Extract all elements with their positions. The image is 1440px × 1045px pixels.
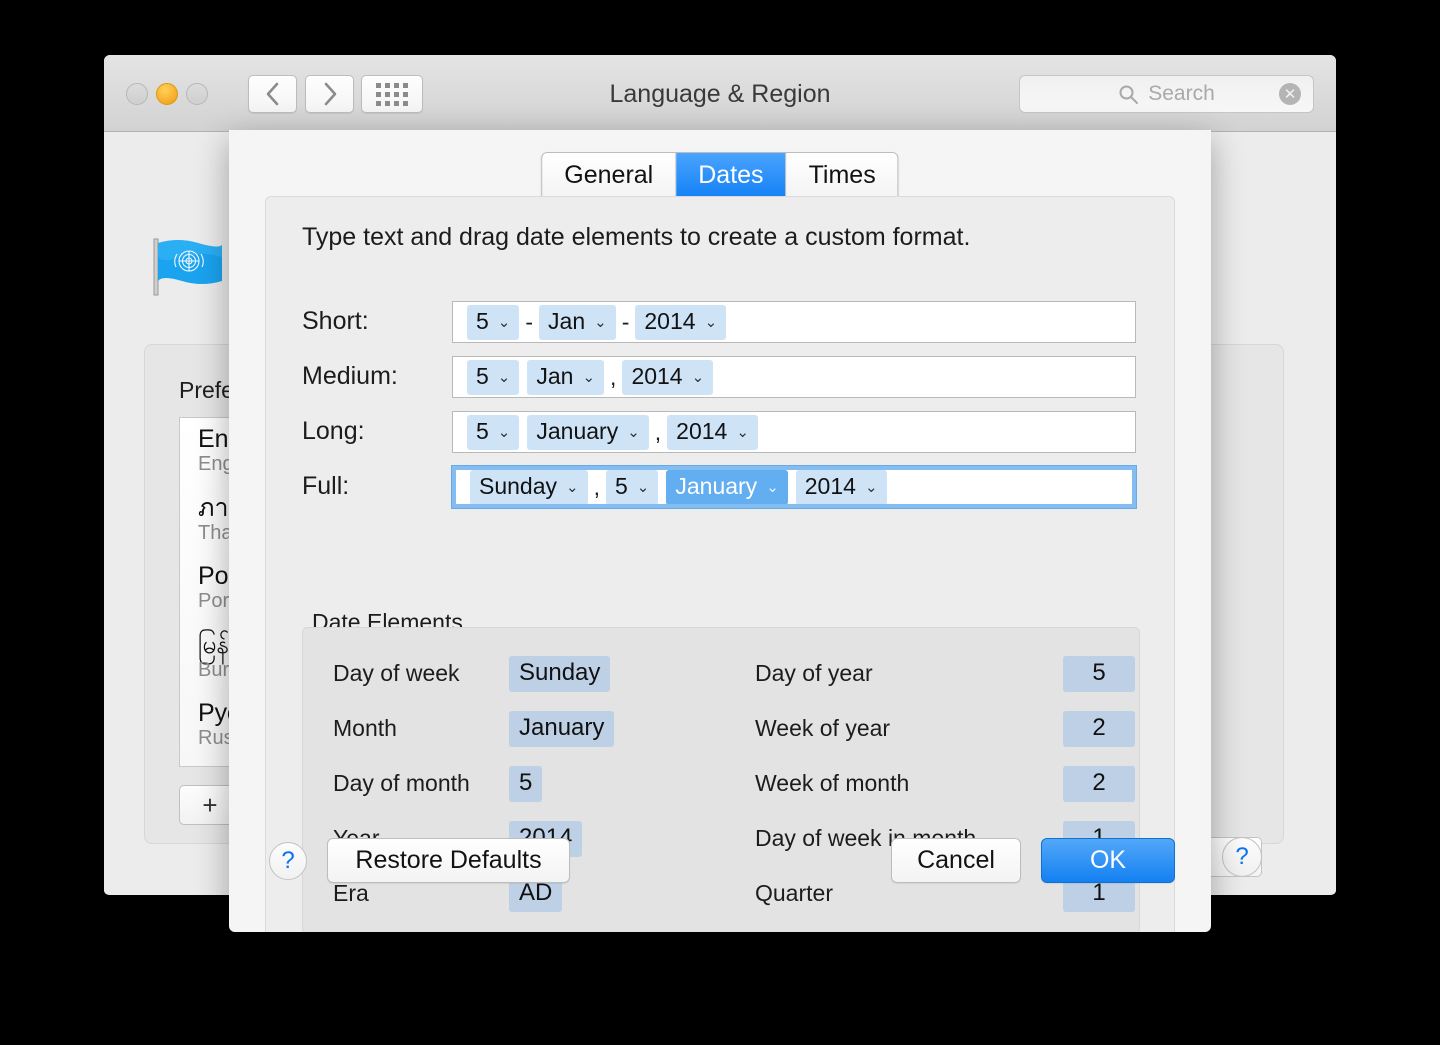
separator-text: - — [525, 308, 534, 335]
tab-times[interactable]: Times — [786, 153, 898, 200]
tab-bar: General Dates Times — [541, 152, 899, 201]
token-label: 2014 — [676, 417, 728, 444]
tab-general[interactable]: General — [542, 153, 677, 200]
element-token-week-of-month[interactable]: 2 — [1063, 765, 1135, 802]
date-token-year[interactable]: 2014 ⌄ — [667, 414, 758, 450]
help-button-sheet[interactable]: ? — [269, 842, 307, 880]
element-label: Day of week — [333, 660, 460, 686]
search-placeholder: Search — [1148, 82, 1215, 105]
separator-text: - — [621, 308, 630, 335]
window-toolbar: Language & Region Search ✕ — [104, 55, 1336, 132]
chevron-down-icon: ⌄ — [691, 368, 705, 386]
element-label: Week of year — [755, 715, 891, 741]
element-label: Month — [333, 715, 397, 741]
chevron-down-icon: ⌄ — [497, 423, 511, 441]
chevron-down-icon: ⌄ — [497, 313, 511, 331]
sheet-footer: ? Restore Defaults Cancel OK — [229, 820, 1211, 932]
format-label: Full: — [302, 472, 350, 500]
format-row-full: Full: Sunday ⌄ , 5 ⌄ January ⌄ 2014 ⌄ — [266, 466, 1174, 518]
instruction-text: Type text and drag date elements to crea… — [302, 223, 971, 251]
chevron-down-icon: ⌄ — [594, 313, 607, 331]
date-element-row: Day of month 5 — [333, 756, 733, 811]
date-token-month[interactable]: January ⌄ — [527, 414, 649, 450]
date-token-year[interactable]: 2014 ⌄ — [635, 304, 727, 340]
element-label: Week of month — [755, 770, 910, 796]
chevron-down-icon: ⌄ — [497, 368, 511, 386]
element-token-day-of-month[interactable]: 5 — [509, 765, 543, 802]
separator-text: , — [593, 473, 600, 500]
chevron-down-icon: ⌄ — [636, 478, 650, 496]
token-label: January — [536, 417, 619, 444]
format-row-short: Short: 5 ⌄ - Jan ⌄ - 2014 ⌄ — [266, 301, 1174, 353]
date-token-day[interactable]: 5 ⌄ — [467, 414, 520, 450]
date-token-day[interactable]: 5 ⌄ — [467, 304, 520, 340]
restore-defaults-button[interactable]: Restore Defaults — [327, 838, 570, 883]
element-label: Day of year — [755, 660, 873, 686]
token-label: January — [675, 472, 758, 499]
format-row-long: Long: 5 ⌄ January ⌄ , 2014 ⌄ — [266, 411, 1174, 463]
date-element-row: Day of week Sunday — [333, 646, 733, 701]
format-row-medium: Medium: 5 ⌄ Jan ⌄ , 2014 ⌄ — [266, 356, 1174, 408]
long-format-field[interactable]: 5 ⌄ January ⌄ , 2014 ⌄ — [452, 411, 1136, 453]
cancel-button[interactable]: Cancel — [891, 838, 1021, 883]
date-token-year[interactable]: 2014 ⌄ — [795, 469, 887, 505]
token-label: Jan — [548, 307, 586, 334]
medium-format-field[interactable]: 5 ⌄ Jan ⌄ , 2014 ⌄ — [452, 356, 1136, 398]
search-icon — [1119, 85, 1139, 104]
un-flag-icon — [153, 238, 222, 296]
token-label: 2014 — [644, 307, 696, 334]
custom-date-format-sheet: General Dates Times Type text and drag d… — [229, 130, 1211, 932]
chevron-down-icon: ⌄ — [627, 423, 640, 441]
chevron-down-icon: ⌄ — [566, 478, 579, 496]
token-label: 2014 — [804, 472, 856, 499]
ok-button[interactable]: OK — [1041, 838, 1175, 883]
separator-text: , — [654, 418, 662, 445]
element-token-week-of-year[interactable]: 2 — [1063, 710, 1135, 747]
date-token-day[interactable]: 5 ⌄ — [467, 359, 520, 395]
date-token-month[interactable]: Jan ⌄ — [539, 304, 616, 340]
date-token-day[interactable]: 5 ⌄ — [605, 469, 659, 505]
element-label: Day of month — [333, 770, 470, 796]
token-label: Sunday — [479, 472, 558, 499]
token-label: Jan — [536, 362, 574, 389]
format-label: Medium: — [302, 362, 398, 390]
date-token-month[interactable]: Jan ⌄ — [527, 359, 605, 395]
chevron-down-icon: ⌄ — [704, 313, 718, 331]
chevron-down-icon: ⌄ — [736, 423, 749, 441]
date-element-row: Month January — [333, 701, 733, 756]
date-element-row: Week of year 2 — [755, 701, 1135, 756]
help-button[interactable]: ? — [1222, 837, 1262, 877]
chevron-down-icon: ⌄ — [766, 478, 779, 496]
element-token-day-of-week[interactable]: Sunday — [509, 655, 611, 692]
short-format-field[interactable]: 5 ⌄ - Jan ⌄ - 2014 ⌄ — [452, 301, 1136, 343]
date-token-weekday[interactable]: Sunday ⌄ — [470, 469, 588, 505]
date-token-year[interactable]: 2014 ⌄ — [622, 359, 714, 395]
tab-dates[interactable]: Dates — [676, 153, 787, 200]
full-format-field[interactable]: Sunday ⌄ , 5 ⌄ January ⌄ 2014 ⌄ — [452, 466, 1136, 508]
format-label: Short: — [302, 307, 369, 335]
token-label: 5 — [476, 417, 489, 444]
chevron-down-icon: ⌄ — [582, 368, 596, 386]
clear-search-icon[interactable]: ✕ — [1279, 83, 1301, 105]
token-label: 2014 — [631, 362, 683, 389]
date-element-row: Week of month 2 — [755, 756, 1135, 811]
token-label: 5 — [476, 307, 489, 334]
date-token-month-selected[interactable]: January ⌄ — [666, 469, 788, 505]
search-field[interactable]: Search ✕ — [1019, 75, 1314, 113]
separator-text: , — [610, 363, 617, 390]
token-label: 5 — [476, 362, 489, 389]
element-token-month[interactable]: January — [509, 710, 615, 747]
date-element-row: Day of year 5 — [755, 646, 1135, 701]
chevron-down-icon: ⌄ — [864, 478, 878, 496]
format-label: Long: — [302, 417, 365, 445]
token-label: 5 — [614, 472, 628, 499]
element-token-day-of-year[interactable]: 5 — [1063, 655, 1135, 692]
